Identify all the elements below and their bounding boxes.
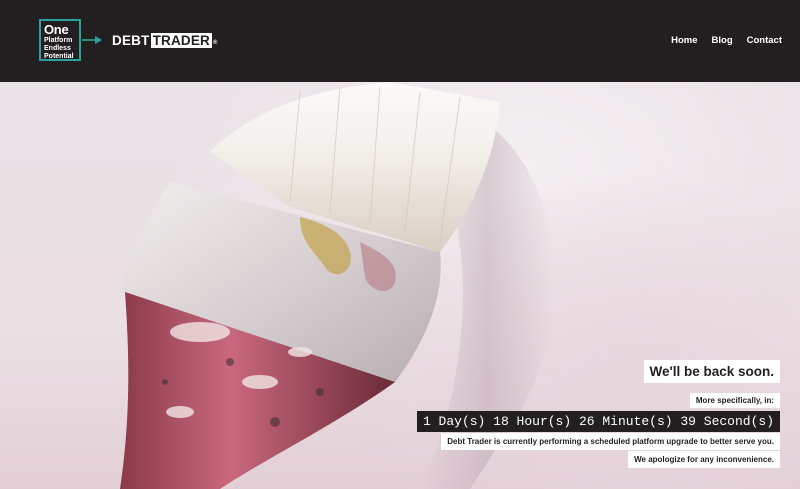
logo-text-endless: Endless xyxy=(44,45,71,52)
logo-text-potential: Potential xyxy=(44,53,74,60)
hero-section: We'll be back soon. More specifically, i… xyxy=(0,82,800,489)
main-nav: Home Blog Contact xyxy=(671,35,782,46)
nav-contact-link[interactable]: Contact xyxy=(747,35,782,46)
maintenance-subtitle: More specifically, in: xyxy=(689,393,780,408)
wordmark-trader: TRADER xyxy=(150,32,213,48)
nav-home-link[interactable]: Home xyxy=(671,35,697,46)
debt-trader-wordmark[interactable]: DEBT TRADER ® xyxy=(112,32,218,48)
apology-message: We apologize for any inconvenience. xyxy=(628,451,780,468)
logo-badge[interactable]: One Platform Endless Potential xyxy=(39,19,81,61)
logo-arrow-icon xyxy=(82,36,102,44)
countdown-timer: 1 Day(s) 18 Hour(s) 26 Minute(s) 39 Seco… xyxy=(416,411,780,432)
registered-mark: ® xyxy=(213,40,218,46)
wordmark-debt: DEBT xyxy=(112,32,150,48)
maintenance-message: Debt Trader is currently performing a sc… xyxy=(441,433,780,450)
nav-blog-link[interactable]: Blog xyxy=(712,35,733,46)
logo-text-one: One xyxy=(44,22,69,37)
site-header: One Platform Endless Potential DEBT TRAD… xyxy=(0,0,800,82)
logo-text-platform: Platform xyxy=(44,37,73,44)
maintenance-title: We'll be back soon. xyxy=(643,360,780,383)
